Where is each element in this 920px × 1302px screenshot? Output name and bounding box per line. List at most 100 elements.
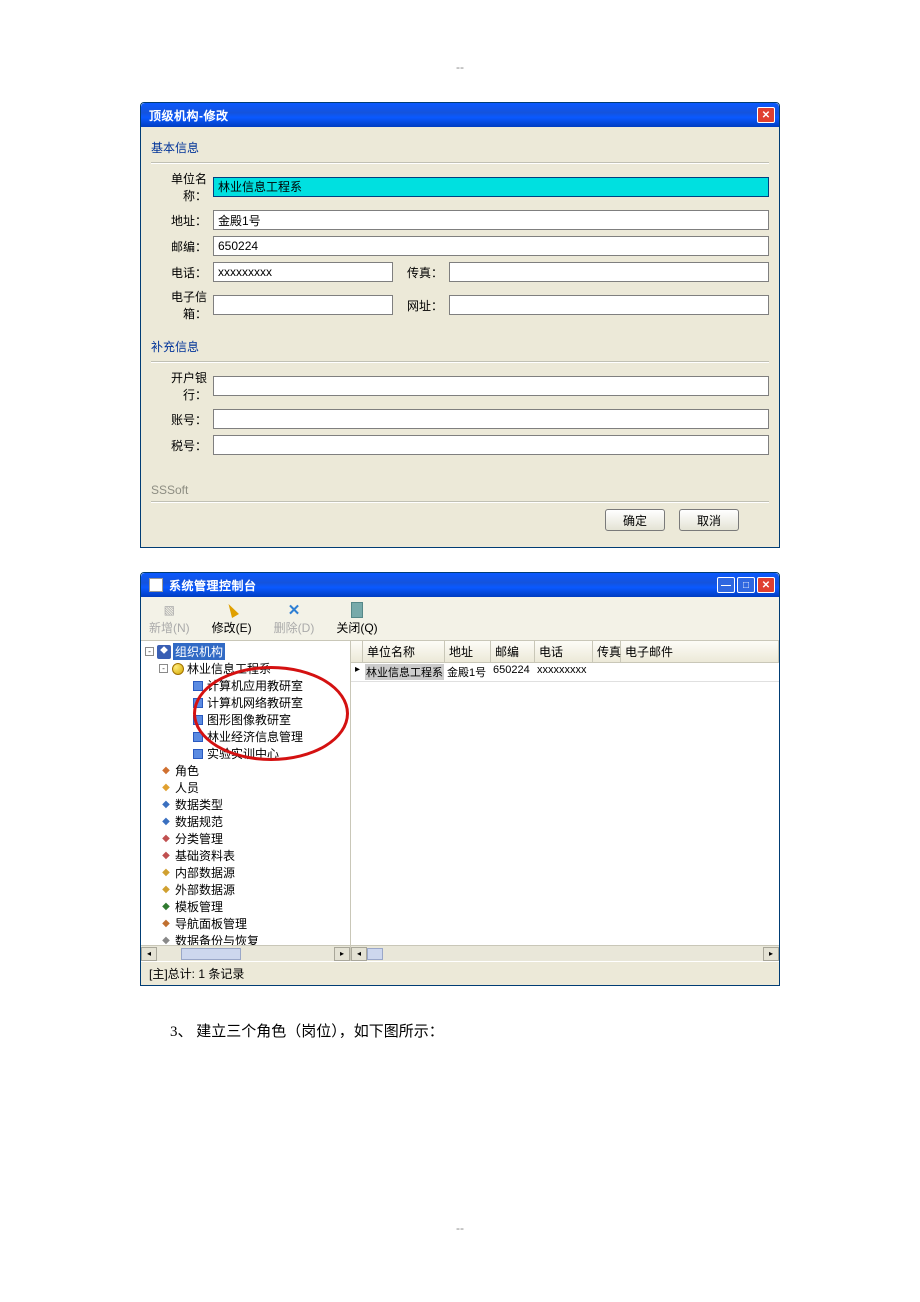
tree-child-label: 林业经济信息管理 [207, 728, 303, 745]
scroll-right-icon[interactable]: ▸ [334, 947, 350, 961]
unit-name-label: 单位名称： [151, 170, 213, 204]
scroll-left-icon[interactable]: ◂ [351, 947, 367, 961]
maximize-icon[interactable]: □ [737, 577, 755, 593]
tree-sibling[interactable]: ◆导航面板管理 [143, 915, 350, 932]
col-email[interactable]: 电子邮件 [621, 641, 779, 662]
tree-sibling-label: 分类管理 [175, 830, 223, 847]
toolbar-delete: ✕ 删除(D) [274, 601, 315, 636]
brand-label: SSSoft [151, 483, 769, 497]
url-input[interactable] [449, 295, 769, 315]
extra-info-group-label: 补充信息 [151, 338, 769, 355]
divider [151, 501, 769, 503]
toolbar-close[interactable]: 关闭(Q) [336, 601, 377, 636]
org-icon [191, 730, 205, 744]
grid-h-scrollbar[interactable]: ◂ ▸ [351, 945, 779, 961]
cell-fax [591, 663, 619, 681]
tree-sibling[interactable]: ◆角色 [143, 762, 350, 779]
postcode-label: 邮编： [151, 238, 213, 255]
fax-input[interactable] [449, 262, 769, 282]
cell-post: 650224 [489, 663, 533, 681]
scroll-thumb[interactable] [181, 948, 241, 960]
status-bar: [主]总计: 1 条记录 [141, 961, 779, 985]
tree-child-label: 图形图像教研室 [207, 711, 291, 728]
collapse-icon[interactable]: - [145, 647, 154, 656]
window-title: 系统管理控制台 [169, 577, 715, 594]
minimize-icon[interactable]: — [717, 577, 735, 593]
phone-input[interactable] [213, 262, 393, 282]
basic-info-group-label: 基本信息 [151, 139, 769, 156]
tree-sibling[interactable]: ◆分类管理 [143, 830, 350, 847]
scroll-right-icon[interactable]: ▸ [763, 947, 779, 961]
grid-header: 单位名称 地址 邮编 电话 传真 电子邮件 [351, 641, 779, 663]
tree-sibling-label: 人员 [175, 779, 199, 796]
scroll-thumb[interactable] [367, 948, 383, 960]
tree-sibling[interactable]: ◆基础资料表 [143, 847, 350, 864]
tree-child-label: 实验实训中心 [207, 745, 279, 762]
tree-sibling[interactable]: ◆数据规范 [143, 813, 350, 830]
tree-child[interactable]: 林业经济信息管理 [143, 728, 350, 745]
tree-scroll[interactable]: - ⯁ 组织机构 - 林业信息工程系 计算机应用教研室计算机网络教研室图形图像教… [141, 641, 350, 945]
tree-item-icon: ◆ [159, 798, 173, 812]
tree-sibling-label: 数据规范 [175, 813, 223, 830]
tree-icon: ⯁ [157, 645, 171, 659]
app-icon [149, 578, 163, 592]
bank-input[interactable] [213, 376, 769, 396]
email-label: 电子信箱： [151, 288, 213, 322]
tree-item-icon: ◆ [159, 764, 173, 778]
ok-button[interactable]: 确定 [605, 509, 665, 531]
col-phone[interactable]: 电话 [535, 641, 593, 662]
row-indicator-icon: ▸ [351, 663, 361, 681]
tree-sibling[interactable]: ◆内部数据源 [143, 864, 350, 881]
divider [151, 361, 769, 363]
tree-child[interactable]: 计算机网络教研室 [143, 694, 350, 711]
close-icon[interactable]: ✕ [757, 577, 775, 593]
tree-sibling[interactable]: ◆人员 [143, 779, 350, 796]
table-row[interactable]: ▸ 林业信息工程系 金殿1号 650224 xxxxxxxxx [351, 663, 779, 682]
address-input[interactable] [213, 210, 769, 230]
tree-item-icon: ◆ [159, 781, 173, 795]
tree-item-icon: ◆ [159, 832, 173, 846]
tree-sibling[interactable]: ◆数据备份与恢复 [143, 932, 350, 945]
tax-input[interactable] [213, 435, 769, 455]
tree-sibling-label: 外部数据源 [175, 881, 235, 898]
grid-body[interactable]: ▸ 林业信息工程系 金殿1号 650224 xxxxxxxxx [351, 663, 779, 945]
tree-org[interactable]: - 林业信息工程系 [143, 660, 350, 677]
email-input[interactable] [213, 295, 393, 315]
col-postcode[interactable]: 邮编 [491, 641, 535, 662]
globe-icon [171, 662, 185, 676]
collapse-icon[interactable]: - [159, 664, 168, 673]
toolbar-edit[interactable]: 修改(E) [212, 601, 252, 636]
toolbar: ▧ 新增(N) 修改(E) ✕ 删除(D) 关闭(Q) [141, 597, 779, 641]
tax-label: 税号： [151, 437, 213, 454]
account-label: 账号： [151, 411, 213, 428]
tree-child[interactable]: 实验实训中心 [143, 745, 350, 762]
tree-child[interactable]: 计算机应用教研室 [143, 677, 350, 694]
scroll-left-icon[interactable]: ◂ [141, 947, 157, 961]
cell-name: 林业信息工程系 [365, 664, 444, 680]
col-unit-name[interactable]: 单位名称 [363, 641, 445, 662]
tree-sibling[interactable]: ◆模板管理 [143, 898, 350, 915]
col-address[interactable]: 地址 [445, 641, 491, 662]
account-input[interactable] [213, 409, 769, 429]
col-fax[interactable]: 传真 [593, 641, 621, 662]
tree-item-icon: ◆ [159, 883, 173, 897]
tree-sibling[interactable]: ◆外部数据源 [143, 881, 350, 898]
cancel-button[interactable]: 取消 [679, 509, 739, 531]
pencil-icon [223, 601, 241, 619]
unit-name-input[interactable]: 林业信息工程系 [213, 177, 769, 197]
tree-sibling-label: 基础资料表 [175, 847, 235, 864]
grid-pane: 单位名称 地址 邮编 电话 传真 电子邮件 ▸ 林业信息工程系 金殿1号 650… [351, 641, 779, 961]
tree-sibling-label: 模板管理 [175, 898, 223, 915]
tree-sibling-label: 内部数据源 [175, 864, 235, 881]
tree-h-scrollbar[interactable]: ◂ ▸ [141, 945, 350, 961]
toolbar-edit-label: 修改(E) [212, 619, 252, 636]
dialog-titlebar: 顶级机构-修改 ✕ [141, 103, 779, 127]
postcode-input[interactable] [213, 236, 769, 256]
close-icon[interactable]: ✕ [757, 107, 775, 123]
divider [151, 162, 769, 164]
tree-sibling[interactable]: ◆数据类型 [143, 796, 350, 813]
toolbar-delete-label: 删除(D) [274, 619, 315, 636]
tree-root[interactable]: - ⯁ 组织机构 [143, 643, 350, 660]
page-footer-dash: -- [140, 1221, 780, 1235]
tree-child[interactable]: 图形图像教研室 [143, 711, 350, 728]
